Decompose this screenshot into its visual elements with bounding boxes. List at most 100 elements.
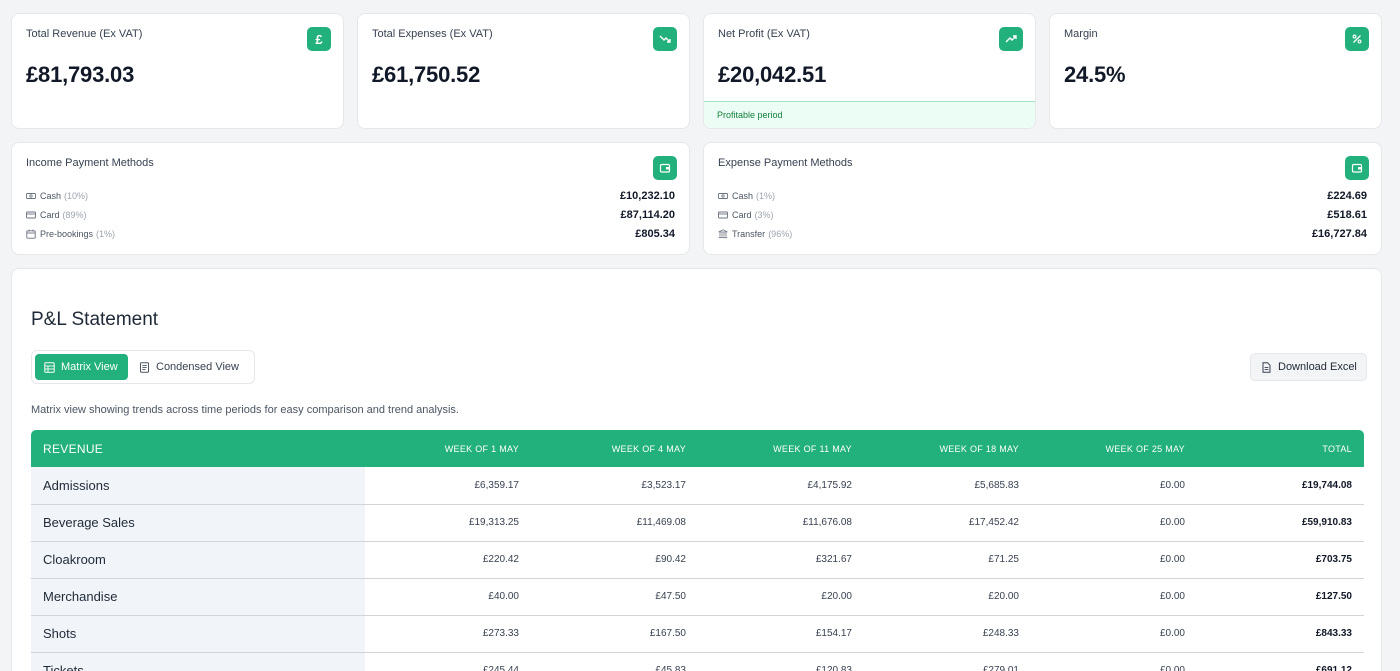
payment-pct: (1%) bbox=[96, 229, 116, 239]
table-cell: £245.44 bbox=[365, 652, 531, 671]
table-cell: £90.42 bbox=[531, 541, 698, 579]
row-label: Beverage Sales bbox=[31, 504, 365, 542]
kpi-value: £20,042.51 bbox=[718, 62, 827, 87]
matrix-view-label: Matrix View bbox=[61, 361, 118, 373]
card-title: Income Payment Methods bbox=[26, 157, 154, 169]
payment-row-card: Card (3%) £518.61 bbox=[718, 207, 1367, 223]
column-header-week-3: WEEK OF 11 MAY bbox=[698, 430, 864, 467]
payment-label: Cash bbox=[40, 191, 62, 201]
kpi-value: 24.5% bbox=[1064, 62, 1126, 87]
payment-label: Transfer bbox=[732, 229, 766, 239]
row-total: £691.12 bbox=[1197, 652, 1364, 671]
row-label: Merchandise bbox=[31, 578, 365, 616]
payment-pct: (96%) bbox=[768, 229, 793, 239]
table-row: Beverage Sales £19,313.25 £11,469.08 £11… bbox=[31, 504, 1364, 542]
table-cell: £47.50 bbox=[531, 578, 698, 616]
table-cell: £11,469.08 bbox=[531, 504, 698, 542]
payment-amount: £518.61 bbox=[1327, 209, 1367, 221]
table-cell: £4,175.92 bbox=[698, 467, 864, 505]
kpi-card-revenue: Total Revenue (Ex VAT) £ £81,793.03 bbox=[11, 13, 344, 129]
pl-matrix-table: REVENUE WEEK OF 1 MAY WEEK OF 4 MAY WEEK… bbox=[31, 430, 1364, 671]
row-total: £703.75 bbox=[1197, 541, 1364, 579]
column-header-week-4: WEEK OF 18 MAY bbox=[864, 430, 1031, 467]
kpi-label: Margin bbox=[1064, 28, 1098, 40]
row-total: £843.33 bbox=[1197, 615, 1364, 653]
payment-label: Cash bbox=[732, 191, 754, 201]
table-cell: £0.00 bbox=[1031, 652, 1197, 671]
table-header-row: REVENUE WEEK OF 1 MAY WEEK OF 4 MAY WEEK… bbox=[31, 430, 1364, 467]
bank-icon bbox=[718, 229, 728, 239]
pl-statement-card: P&L Statement Matrix View Condensed View… bbox=[11, 268, 1382, 671]
pound-icon: £ bbox=[307, 27, 331, 51]
file-icon bbox=[1262, 361, 1271, 373]
column-header-week-5: WEEK OF 25 MAY bbox=[1031, 430, 1197, 467]
percent-icon bbox=[1345, 27, 1369, 51]
trend-down-icon bbox=[653, 27, 677, 51]
column-header-week-1: WEEK OF 1 MAY bbox=[365, 430, 531, 467]
condensed-view-label: Condensed View bbox=[156, 361, 239, 373]
payment-amount: £10,232.10 bbox=[619, 190, 675, 202]
table-cell: £17,452.42 bbox=[864, 504, 1031, 542]
payment-amount: £87,114.20 bbox=[620, 209, 675, 221]
table-cell: £154.17 bbox=[698, 615, 864, 653]
table-cell: £167.50 bbox=[531, 615, 698, 653]
kpi-label: Total Expenses (Ex VAT) bbox=[372, 28, 493, 40]
table-cell: £20.00 bbox=[698, 578, 864, 616]
table-cell: £45.83 bbox=[531, 652, 698, 671]
table-cell: £6,359.17 bbox=[365, 467, 531, 505]
download-excel-button[interactable]: Download Excel bbox=[1250, 353, 1367, 381]
table-cell: £321.67 bbox=[698, 541, 864, 579]
payment-label: Card bbox=[40, 210, 60, 220]
document-list-icon bbox=[140, 361, 149, 373]
payment-amount: £16,727.84 bbox=[1311, 228, 1367, 240]
column-header-total: TOTAL bbox=[1197, 430, 1364, 467]
table-cell: £11,676.08 bbox=[698, 504, 864, 542]
payment-label: Card bbox=[732, 210, 752, 220]
table-cell: £248.33 bbox=[864, 615, 1031, 653]
payment-pct: (3%) bbox=[754, 210, 774, 220]
wallet-icon bbox=[1345, 156, 1369, 180]
profit-status: Profitable period bbox=[704, 101, 1035, 128]
table-cell: £0.00 bbox=[1031, 578, 1197, 616]
payment-row-card: Card (89%) £87,114.20 bbox=[26, 207, 675, 223]
table-cell: £3,523.17 bbox=[531, 467, 698, 505]
table-row: Merchandise £40.00 £47.50 £20.00 £20.00 … bbox=[31, 578, 1364, 616]
table-row: Shots £273.33 £167.50 £154.17 £248.33 £0… bbox=[31, 615, 1364, 653]
income-payment-methods-card: Income Payment Methods Cash (10%) £10,23… bbox=[11, 142, 690, 255]
kpi-card-margin: Margin 24.5% bbox=[1049, 13, 1382, 129]
card-icon bbox=[26, 210, 36, 220]
payment-row-transfer: Transfer (96%) £16,727.84 bbox=[718, 226, 1367, 242]
cash-icon bbox=[718, 191, 728, 201]
row-total: £19,744.08 bbox=[1197, 467, 1364, 505]
payment-amount: £224.69 bbox=[1327, 190, 1367, 202]
table-row: Tickets £245.44 £45.83 £120.83 £279.01 £… bbox=[31, 652, 1364, 671]
table-cell: £0.00 bbox=[1031, 504, 1197, 542]
table-cell: £5,685.83 bbox=[864, 467, 1031, 505]
table-row: Cloakroom £220.42 £90.42 £321.67 £71.25 … bbox=[31, 541, 1364, 579]
table-cell: £20.00 bbox=[864, 578, 1031, 616]
kpi-label: Total Revenue (Ex VAT) bbox=[26, 28, 143, 40]
payment-row-prebookings: Pre-bookings (1%) £805.34 bbox=[26, 226, 675, 242]
table-cell: £220.42 bbox=[365, 541, 531, 579]
payment-row-cash: Cash (10%) £10,232.10 bbox=[26, 188, 675, 204]
table-cell: £0.00 bbox=[1031, 541, 1197, 579]
condensed-view-button[interactable]: Condensed View bbox=[130, 354, 250, 380]
payment-pct: (89%) bbox=[62, 210, 87, 220]
payment-row-cash: Cash (1%) £224.69 bbox=[718, 188, 1367, 204]
row-label: Admissions bbox=[31, 467, 365, 505]
trend-up-icon bbox=[999, 27, 1023, 51]
card-icon bbox=[718, 210, 728, 220]
row-total: £127.50 bbox=[1197, 578, 1364, 616]
pl-description: Matrix view showing trends across time p… bbox=[31, 404, 459, 416]
table-cell: £71.25 bbox=[864, 541, 1031, 579]
table-cell: £40.00 bbox=[365, 578, 531, 616]
table-cell: £0.00 bbox=[1031, 467, 1197, 505]
matrix-view-button[interactable]: Matrix View bbox=[35, 354, 128, 380]
column-header-week-2: WEEK OF 4 MAY bbox=[531, 430, 698, 467]
kpi-value: £61,750.52 bbox=[372, 62, 481, 87]
table-cell: £120.83 bbox=[698, 652, 864, 671]
row-label: Tickets bbox=[31, 652, 365, 671]
table-cell: £19,313.25 bbox=[365, 504, 531, 542]
table-cell: £0.00 bbox=[1031, 615, 1197, 653]
row-label: Shots bbox=[31, 615, 365, 653]
